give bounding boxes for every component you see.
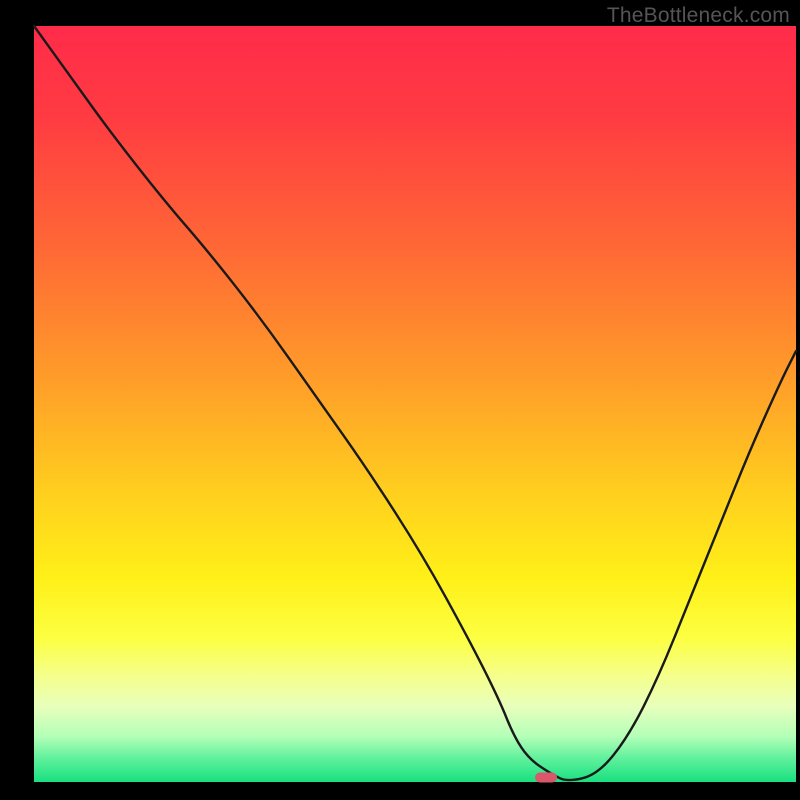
- bottleneck-chart: TheBottleneck.com: [0, 0, 800, 800]
- optimum-marker: [535, 772, 557, 782]
- plot-background: [34, 26, 796, 782]
- watermark-text: TheBottleneck.com: [607, 4, 790, 28]
- chart-canvas: [0, 0, 800, 800]
